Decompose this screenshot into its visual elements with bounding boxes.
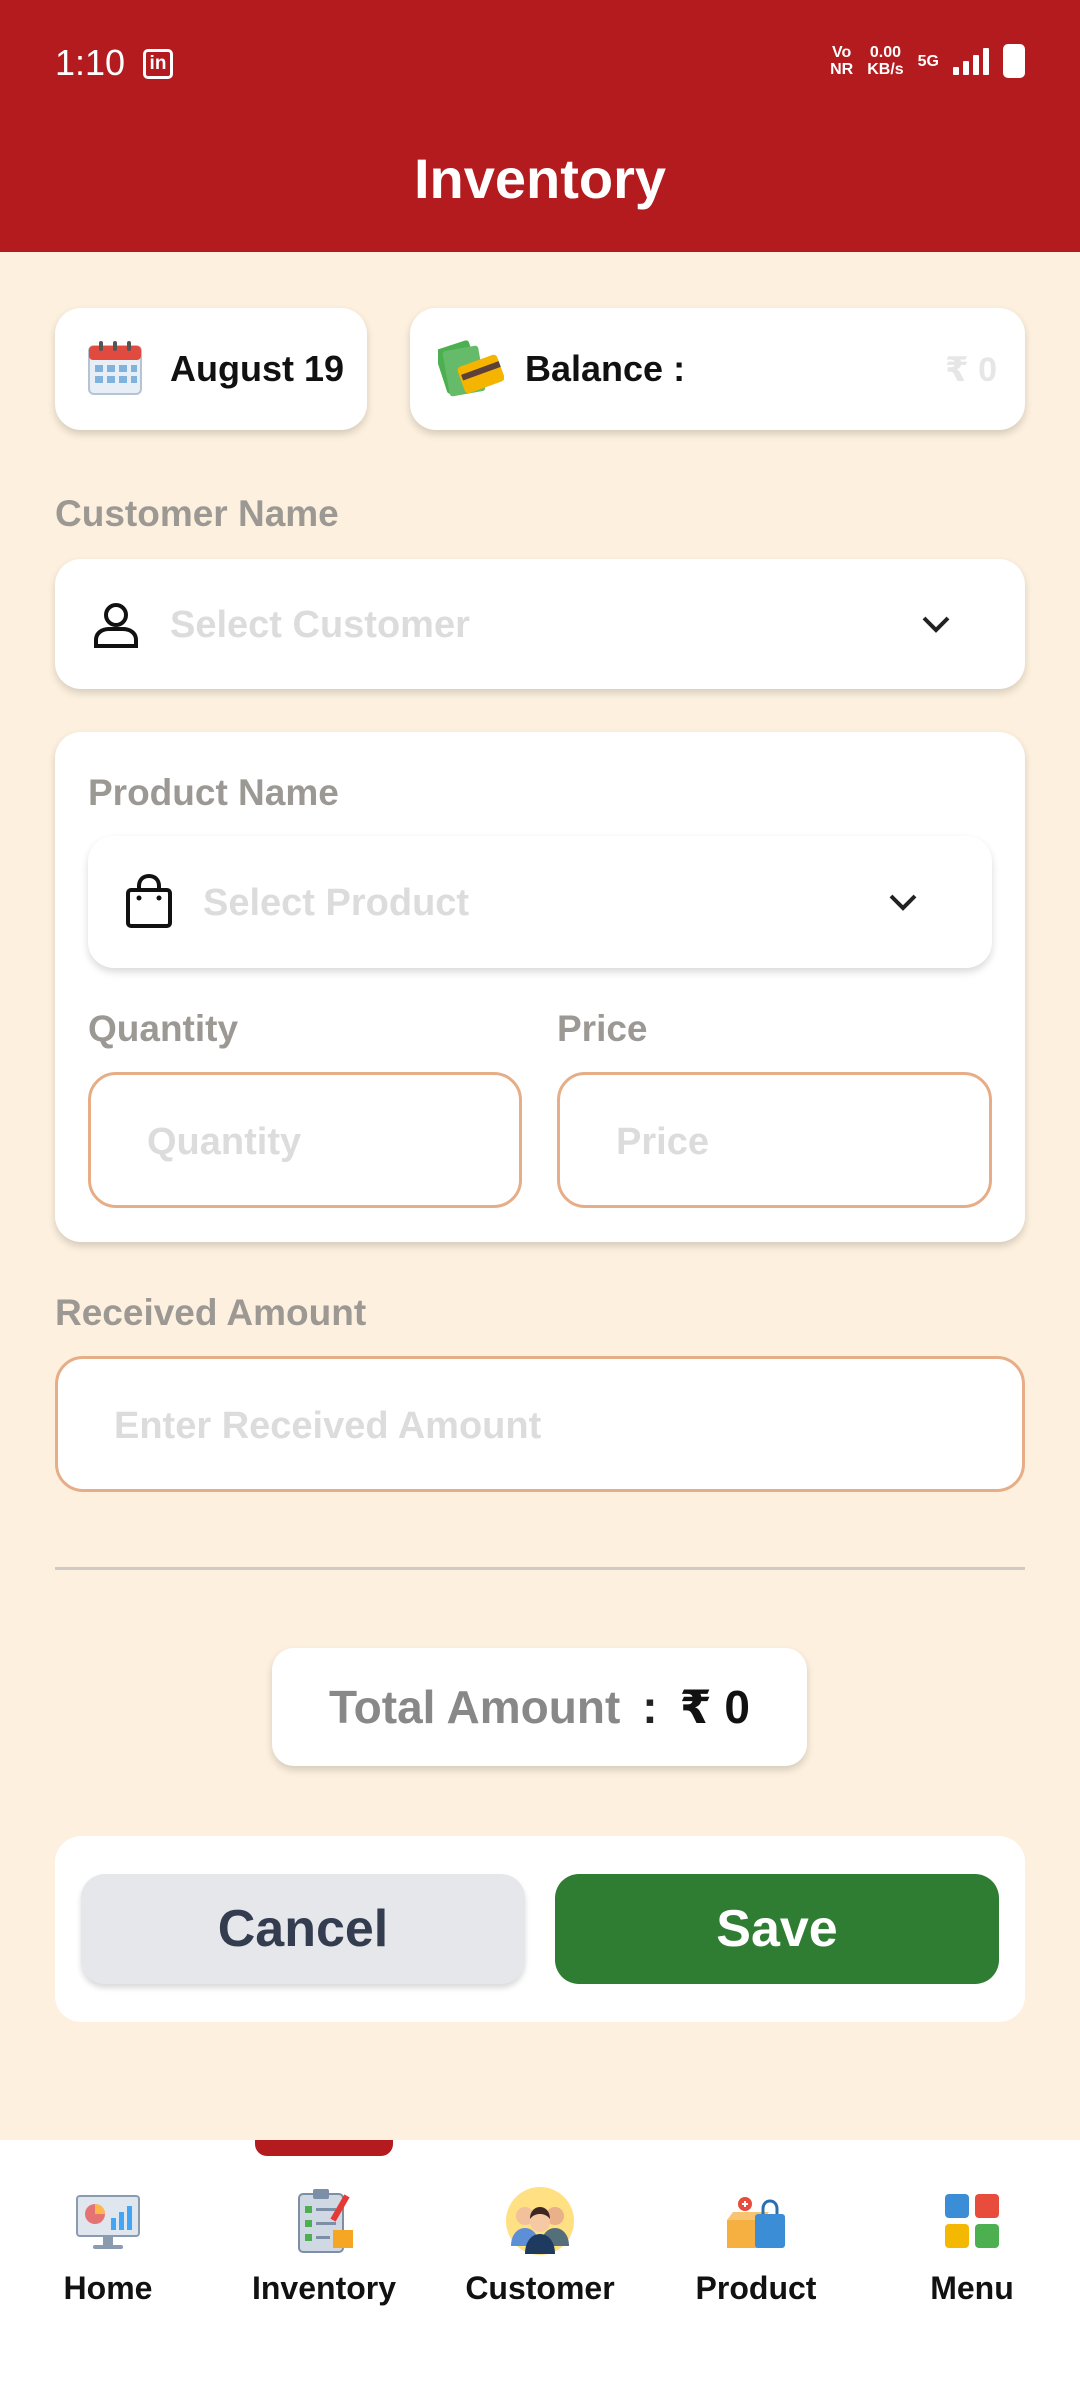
- bottom-nav: Home Inventory Customer Product Menu: [0, 2140, 1080, 2408]
- received-amount-label: Received Amount: [55, 1292, 367, 1333]
- balance-label: Balance :: [525, 348, 686, 389]
- data-speed: 0.00 KB/s: [867, 44, 904, 78]
- chevron-down-icon: [922, 616, 950, 633]
- total-amount-value: ₹ 0: [679, 1681, 750, 1733]
- date-label: August 19: [170, 348, 345, 389]
- linkedin-icon: in: [143, 49, 173, 79]
- total-amount-label: Total Amount: [329, 1681, 621, 1733]
- action-panel: Cancel Save: [55, 1836, 1025, 2022]
- money-card-icon: [438, 340, 504, 397]
- nav-label-home: Home: [63, 2270, 153, 2306]
- quantity-placeholder: Quantity: [147, 1121, 302, 1163]
- people-group-icon: [506, 2187, 574, 2255]
- quantity-label: Quantity: [88, 1008, 239, 1049]
- price-placeholder: Price: [616, 1121, 709, 1163]
- divider: [55, 1567, 1025, 1570]
- signal-icon: [953, 47, 989, 75]
- customer-select[interactable]: Select Customer: [55, 559, 1025, 689]
- app-header: 1:10 in Vo NR 0.00 KB/s 5G Inventory: [0, 0, 1080, 252]
- battery-icon: [1003, 44, 1025, 78]
- network-type: Vo NR: [830, 44, 854, 78]
- status-time: 1:10: [55, 42, 126, 83]
- nav-item-product[interactable]: Product: [648, 2184, 864, 2307]
- total-amount-card: Total Amount : ₹ 0: [272, 1648, 807, 1766]
- product-placeholder: Select Product: [203, 882, 470, 924]
- nav-label-inventory: Inventory: [251, 2270, 397, 2306]
- received-amount-placeholder: Enter Received Amount: [114, 1405, 542, 1447]
- received-amount-input[interactable]: Enter Received Amount: [55, 1356, 1025, 1492]
- status-indicators: Vo NR 0.00 KB/s 5G: [830, 44, 1025, 78]
- nav-label-product: Product: [695, 2270, 817, 2306]
- calendar-icon: [88, 341, 142, 395]
- cancel-button[interactable]: Cancel: [81, 1874, 525, 1984]
- nav-item-home[interactable]: Home: [0, 2184, 216, 2307]
- chevron-down-icon: [889, 894, 917, 911]
- nav-item-inventory[interactable]: Inventory: [216, 2184, 432, 2307]
- person-icon: [94, 603, 138, 648]
- customer-placeholder: Select Customer: [170, 604, 470, 646]
- balance-value: ₹ 0: [944, 351, 997, 389]
- box-bag-icon: [727, 2197, 785, 2248]
- product-card: Product Name Select Product Quantity Pri…: [55, 732, 1025, 1242]
- page-title: Inventory: [413, 147, 667, 210]
- nav-label-customer: Customer: [465, 2270, 615, 2306]
- signal-type: 5G: [917, 52, 939, 70]
- save-button[interactable]: Save: [555, 1874, 999, 1984]
- grid-menu-icon: [945, 2194, 999, 2248]
- product-select[interactable]: Select Product: [88, 836, 992, 968]
- price-label: Price: [557, 1008, 648, 1049]
- dashboard-chart-icon: [76, 2195, 140, 2249]
- price-input[interactable]: Price: [557, 1072, 992, 1208]
- customer-name-label: Customer Name: [55, 493, 339, 534]
- nav-label-menu: Menu: [930, 2270, 1014, 2306]
- nav-item-customer[interactable]: Customer: [432, 2184, 648, 2307]
- balance-card: Balance : ₹ 0: [410, 308, 1025, 430]
- clipboard-checklist-icon: [298, 2189, 353, 2253]
- total-colon: :: [642, 1681, 658, 1733]
- shopping-bag-icon: [126, 874, 172, 928]
- quantity-input[interactable]: Quantity: [88, 1072, 522, 1208]
- nav-item-menu[interactable]: Menu: [864, 2184, 1080, 2307]
- product-name-label: Product Name: [88, 772, 339, 813]
- active-tab-indicator: [255, 2140, 393, 2156]
- date-card[interactable]: August 19: [55, 308, 367, 430]
